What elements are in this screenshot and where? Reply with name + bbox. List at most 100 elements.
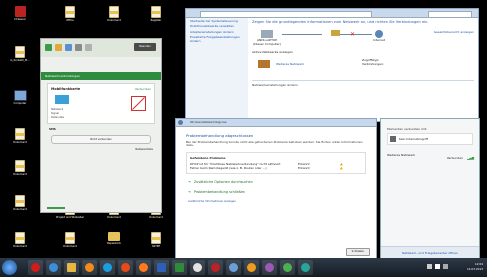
desktop-icon-label: Dokument <box>149 216 163 219</box>
details-link[interactable]: Ausführliche Informationen anzeigen <box>188 200 364 203</box>
top-button[interactable]: Beenden <box>134 43 156 51</box>
taskbar-app-skype[interactable] <box>100 260 115 275</box>
document-icon <box>15 160 25 172</box>
app-icon[interactable] <box>45 44 52 51</box>
taskbar: 12:04 14.03.2013 <box>0 258 487 277</box>
close-button[interactable]: Schließen <box>346 248 370 256</box>
taskbar-app-explorer[interactable] <box>64 260 79 275</box>
network-sharing-center-window: Startseite der Systemsteuerung Drahtlosn… <box>185 8 479 122</box>
sidebar-link-wireless[interactable]: Drahtlosnetzwerke verwalten <box>190 24 244 28</box>
desktop-icon[interactable]: Dokument <box>6 128 34 144</box>
desktop-icon[interactable]: Dokument <box>56 232 84 248</box>
document-icon <box>151 6 161 18</box>
info-row: Datenrate <box>51 116 65 119</box>
desktop-icon[interactable]: Office <box>56 6 84 22</box>
desktop-icon[interactable]: G_Kontakt_M... <box>6 46 34 62</box>
computer-icon <box>261 30 273 39</box>
search-input[interactable] <box>428 10 472 18</box>
tray-icon[interactable] <box>427 264 432 269</box>
desktop-icon[interactable]: Dokument <box>6 160 34 176</box>
network-name[interactable]: Weiteres Netzwerk <box>276 62 304 66</box>
document-icon <box>15 128 25 140</box>
node-label: Internet <box>373 38 385 43</box>
panel-title: Mobilfunkkarte <box>51 87 81 91</box>
globe-icon <box>375 30 383 39</box>
connection-item[interactable]: Kein Internetzugriff <box>387 133 473 145</box>
gadget-header: Netzwerkverbindungen <box>41 72 161 80</box>
flyout-title: Momentan verbunden mit: <box>387 127 428 131</box>
troubleshooting-dialog: Windows-Netzwerkdiagnose Problembehandlu… <box>175 118 377 260</box>
ccleaner-icon <box>14 6 26 17</box>
settings-icon[interactable] <box>65 44 72 51</box>
document-icon <box>151 232 161 244</box>
tool-icon[interactable] <box>55 44 62 51</box>
problem-row[interactable]: Fehler beim Remotegerät (wie z. B. Route… <box>190 166 362 171</box>
option-label: Problembehandlung schließen <box>193 189 246 194</box>
taskbar-app-opera[interactable] <box>28 260 43 275</box>
clock[interactable]: 12:04 14.03.2013 <box>467 262 483 272</box>
taskbar-app-ccleaner[interactable] <box>208 260 223 275</box>
option-explore[interactable]: ➔ Zusätzliche Optionen durchsuchen <box>188 180 364 184</box>
desktop-icon[interactable]: Dokument <box>6 195 34 211</box>
taskbar-app-itunes[interactable] <box>226 260 241 275</box>
connections-label: Verbindungen: <box>362 62 384 67</box>
desktop-icon-label: G_Kontakt_M... <box>10 59 30 62</box>
desktop-icon-label: Dokument <box>63 245 77 248</box>
taskbar-app-paint[interactable] <box>280 260 295 275</box>
taskbar-app-media[interactable] <box>82 260 97 275</box>
connect-button[interactable]: Nicht verbunden <box>51 135 151 144</box>
option-close-troubleshooter[interactable]: ➔ Problembehandlung schließen <box>188 190 364 194</box>
taskbar-app-utility[interactable] <box>262 260 277 275</box>
desktop: CCleaner G_Kontakt_M... Computer Dokumen… <box>0 0 487 260</box>
desktop-icon-recycle-bin[interactable]: Papierkorb <box>100 232 128 245</box>
mobile-card-panel: Mobilfunkkarte Verbunden Netzwerk Signal… <box>47 83 155 124</box>
taskbar-app-ie[interactable] <box>46 260 61 275</box>
no-sim-icon <box>131 96 146 111</box>
signal-strength-icon <box>47 206 155 209</box>
sidebar-link-sharing[interactable]: Erweiterte Freigabeeinstellungen ändern <box>190 36 244 43</box>
back-arrow-icon[interactable] <box>178 120 183 125</box>
connection-line <box>282 34 322 36</box>
start-button[interactable] <box>2 260 17 275</box>
desktop-icon[interactable]: Dokument <box>6 232 34 248</box>
network-icon <box>390 136 396 142</box>
desktop-icon[interactable]: Register <box>142 6 170 22</box>
document-icon <box>15 46 25 58</box>
taskbar-app-chat[interactable] <box>298 260 313 275</box>
network-tray-icon[interactable] <box>435 264 440 269</box>
desktop-icon-ccleaner[interactable]: CCleaner <box>6 6 34 21</box>
sidebar-link-home[interactable]: Startseite der Systemsteuerung <box>190 19 244 23</box>
system-tray: 12:04 14.03.2013 <box>425 261 485 274</box>
taskbar-app-outlook[interactable] <box>190 260 205 275</box>
recycle-bin-icon <box>108 232 120 241</box>
sidebar-link-adapter[interactable]: Adaptereinstellungen ändern <box>190 30 244 34</box>
desktop-icon-label: Dokument <box>107 19 121 22</box>
taskbar-app-vlc[interactable] <box>244 260 259 275</box>
desktop-icon-label: Dokument <box>13 141 27 144</box>
help-icon[interactable] <box>85 44 92 51</box>
network-list-link[interactable]: Netzwerkliste <box>49 148 153 151</box>
arrow-right-icon: ➔ <box>188 189 191 194</box>
info-icon[interactable] <box>75 44 82 51</box>
page-title: Zeigen Sie die grundlegenden Information… <box>252 20 429 24</box>
desktop-icon-label: Dokument <box>107 216 121 219</box>
network-flyout: Momentan verbunden mit: Kein Internetzug… <box>380 118 480 260</box>
document-icon <box>15 195 25 207</box>
connection-label: Kein Internetzugriff <box>399 137 428 141</box>
address-bar[interactable] <box>200 10 372 18</box>
taskbar-app-chrome[interactable] <box>118 260 133 275</box>
node-label: ANDI-LAPTOP (Dieser Computer) <box>253 38 281 47</box>
taskbar-app-firefox[interactable] <box>136 260 151 275</box>
bench-icon <box>258 60 270 69</box>
desktop-icon[interactable]: SKYPE <box>142 232 170 248</box>
desktop-icon-label: Dokument <box>13 208 27 211</box>
dialog-heading: Problembehandlung abgeschlossen <box>186 133 254 138</box>
full-map-link[interactable]: Gesamtübersicht anzeigen <box>434 30 474 34</box>
sidebar: Startseite der Systemsteuerung Drahtlosn… <box>186 18 248 121</box>
taskbar-app-excel[interactable] <box>172 260 187 275</box>
volume-icon[interactable] <box>443 264 448 269</box>
desktop-icon-computer[interactable]: Computer <box>6 90 34 105</box>
dialog-titlebar: Windows-Netzwerkdiagnose <box>176 119 376 127</box>
taskbar-app-word[interactable] <box>154 260 169 275</box>
desktop-icon[interactable]: Dokument <box>100 6 128 22</box>
